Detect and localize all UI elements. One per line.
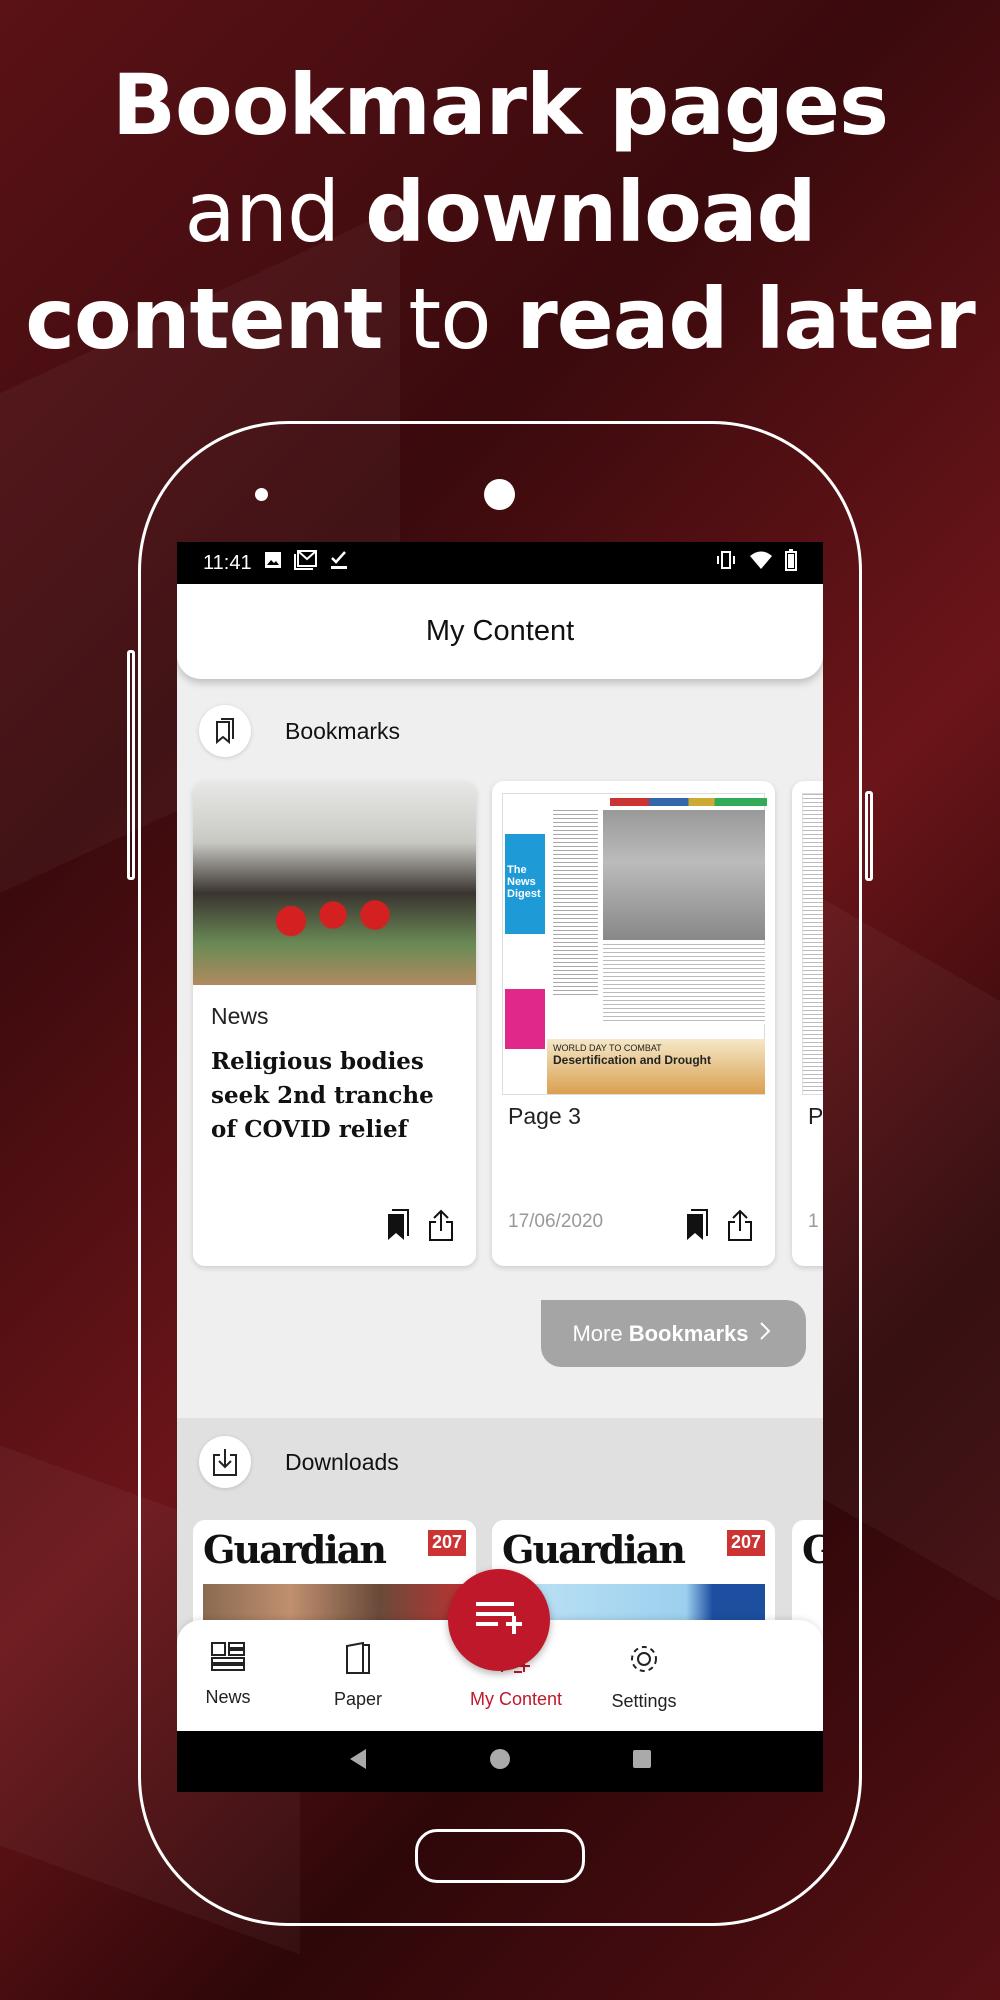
headline-line2b: download xyxy=(365,163,817,261)
article-category: News xyxy=(211,1003,269,1029)
share-icon[interactable] xyxy=(428,1209,454,1246)
murder-count: 207 xyxy=(427,1530,466,1556)
newspaper-page-thumbnail xyxy=(802,793,823,1095)
status-time: 11:41 xyxy=(203,551,252,574)
phone-side-button xyxy=(127,650,135,880)
bookmark-card-page[interactable]: The News Digest WORLD DAY TO COMBAT Dese… xyxy=(492,781,775,1266)
headline-line3c: read later xyxy=(516,270,975,368)
bookmarks-icon xyxy=(199,705,251,757)
page-title-label: Page 3 xyxy=(508,1103,581,1129)
paper-icon xyxy=(345,1641,371,1679)
download-icon xyxy=(199,1436,251,1488)
nav-label: Paper xyxy=(333,1689,383,1709)
app-screen: 11:41 My Content Bookmarks News Religiou… xyxy=(177,542,823,1792)
article-photo xyxy=(193,781,476,985)
newspaper-page-thumbnail: The News Digest WORLD DAY TO COMBAT Dese… xyxy=(502,793,767,1095)
chevron-right-icon xyxy=(755,1320,775,1348)
headline-line1: Bookmark pages xyxy=(112,56,889,154)
masthead: Guardian xyxy=(203,1527,387,1572)
bookmark-icon[interactable] xyxy=(685,1209,709,1246)
bookmarks-label: Bookmarks xyxy=(285,717,401,744)
nav-paper[interactable]: Paper xyxy=(303,1620,413,1731)
paper-caption: WORLD DAY TO COMBAT xyxy=(553,1043,662,1053)
masthead: Guardian xyxy=(502,1527,686,1572)
nav-label: Settings xyxy=(611,1691,677,1711)
home-icon[interactable] xyxy=(489,1748,511,1775)
bookmark-card-article[interactable]: News Religious bodies seek 2nd tranche o… xyxy=(193,781,476,1266)
image-icon xyxy=(264,551,282,575)
playlist-add-icon xyxy=(474,1601,524,1640)
headline-line3a: content xyxy=(25,270,383,368)
downloads-section-header: Downloads xyxy=(199,1436,399,1488)
more-label-bold: Bookmarks xyxy=(628,1320,749,1346)
paper-headline: Desertification and Drought xyxy=(553,1053,712,1067)
wifi-icon xyxy=(749,550,773,576)
back-icon[interactable] xyxy=(348,1748,368,1775)
battery-icon xyxy=(785,549,797,577)
nav-settings[interactable]: Settings xyxy=(584,1620,704,1731)
bookmark-date: 17/06/2020 xyxy=(508,1211,604,1232)
vibrate-icon xyxy=(715,550,737,576)
bookmark-card-partial[interactable]: P 1 xyxy=(792,781,823,1266)
bookmark-date: 1 xyxy=(808,1211,819,1232)
phone-camera xyxy=(484,479,515,510)
headline-line3b: to xyxy=(382,270,517,368)
nav-label: My Content xyxy=(469,1689,563,1709)
system-nav-bar xyxy=(177,1731,823,1792)
murder-count: 207 xyxy=(726,1530,765,1556)
nav-label: News xyxy=(205,1687,251,1707)
gear-icon xyxy=(627,1642,661,1681)
recents-icon[interactable] xyxy=(632,1749,652,1774)
masthead: G xyxy=(802,1527,823,1572)
page-title-label: P xyxy=(808,1103,823,1129)
status-bar: 11:41 xyxy=(177,542,823,584)
add-to-playlist-fab[interactable] xyxy=(448,1569,550,1671)
phone-side-button xyxy=(865,791,873,881)
paper-digest: The News Digest xyxy=(505,834,545,934)
phone-home-button xyxy=(415,1829,585,1883)
downloads-label: Downloads xyxy=(285,1448,399,1475)
bookmark-icon[interactable] xyxy=(386,1209,410,1246)
page-header: My Content xyxy=(177,584,823,679)
more-bookmarks-button[interactable]: More Bookmarks xyxy=(541,1300,806,1367)
page-title: My Content xyxy=(425,615,575,647)
promo-headline: Bookmark pages and download content to r… xyxy=(0,52,1000,373)
phone-sensor xyxy=(255,488,268,501)
headline-line2a: and xyxy=(184,163,366,261)
more-label: More xyxy=(572,1320,629,1346)
nav-news[interactable]: News xyxy=(177,1620,283,1731)
check-icon xyxy=(330,550,348,576)
bookmarks-section-header: Bookmarks xyxy=(199,705,400,757)
gmail-icon xyxy=(293,550,318,576)
share-icon[interactable] xyxy=(727,1209,753,1246)
article-title: Religious bodies seek 2nd tranche of COV… xyxy=(211,1048,434,1143)
news-icon xyxy=(211,1642,245,1677)
